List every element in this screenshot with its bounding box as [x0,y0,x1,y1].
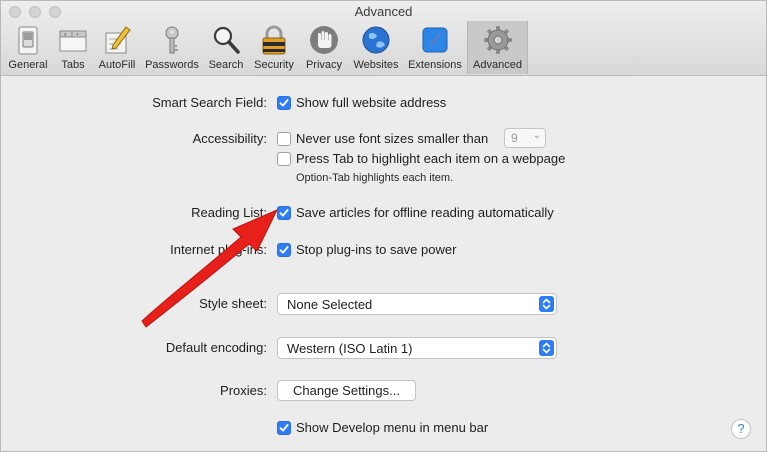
safari-preferences-window: Advanced General x + Tabs AutoFill Passw… [0,0,767,452]
arrow-icon [141,209,279,328]
red-arrow-annotation [141,209,279,328]
